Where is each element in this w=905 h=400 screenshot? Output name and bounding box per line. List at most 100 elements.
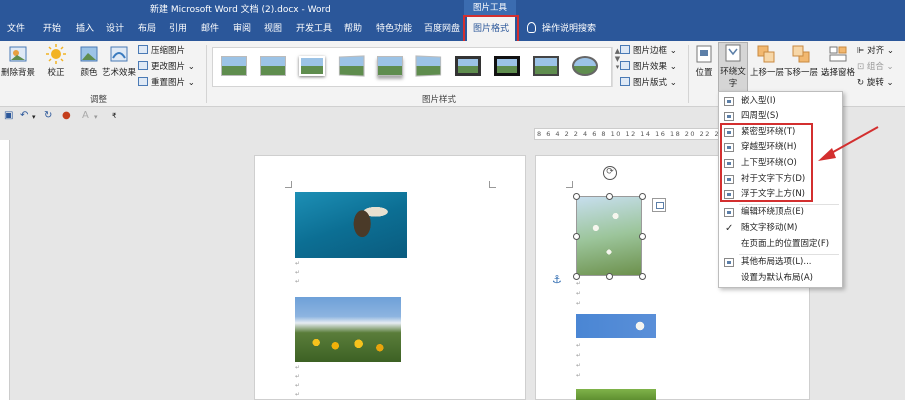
resize-handle[interactable] <box>639 273 646 280</box>
horizontal-ruler[interactable]: 8 6 4 2 2 4 6 8 10 12 14 16 18 20 22 24 … <box>534 128 719 140</box>
picture-effects-icon <box>620 61 630 70</box>
paragraph-mark: ↵ <box>576 290 582 297</box>
tab-review[interactable]: 审阅 <box>233 17 251 41</box>
style-thumbnail[interactable] <box>377 56 403 76</box>
more-layout-icon <box>724 258 734 267</box>
paragraph-mark: ↵ <box>295 278 301 285</box>
style-thumbnail[interactable] <box>455 56 481 76</box>
resize-handle[interactable] <box>573 233 580 240</box>
tab-help[interactable]: 帮助 <box>344 17 362 41</box>
font-color-icon[interactable]: A <box>82 110 89 121</box>
style-thumbnail[interactable] <box>221 56 247 76</box>
picture-effects-button[interactable]: 图片效果 ⌄ <box>620 60 677 74</box>
tab-file[interactable]: 文件 <box>7 17 25 41</box>
undo-dropdown-icon[interactable]: ▾ <box>32 113 36 121</box>
artistic-effects-icon <box>110 46 128 62</box>
menu-item-fix-position[interactable]: 在页面上的位置固定(F) <box>719 237 842 252</box>
reset-picture-button[interactable]: 重置图片 ⌄ <box>138 76 195 90</box>
rotate-button[interactable]: ↻ 旋转 ⌄ <box>857 76 894 90</box>
tab-design[interactable]: 设计 <box>106 17 124 41</box>
tab-home[interactable]: 开始 <box>43 17 61 41</box>
wrap-text-label: 环绕文 <box>720 67 746 77</box>
style-thumbnail[interactable] <box>299 56 325 76</box>
menu-item-inline[interactable]: 嵌入型(I) <box>719 94 842 109</box>
compress-pictures-button[interactable]: 压缩图片 <box>138 44 185 58</box>
bring-forward-button[interactable]: 上移一层 ⌄ <box>750 44 794 78</box>
menu-item-edit-points[interactable]: 编辑环绕顶点(E) <box>719 205 842 220</box>
wrap-text-button[interactable]: 环绕文字 <box>718 42 748 92</box>
redo-icon[interactable]: ↻ <box>44 110 52 121</box>
blossom-strip-image[interactable] <box>576 314 656 338</box>
font-color-dropdown-icon[interactable]: ▾ <box>94 113 98 121</box>
picture-layout-button[interactable]: 图片版式 ⌄ <box>620 76 677 90</box>
artistic-effects-button[interactable]: 艺术效果 <box>102 44 136 78</box>
green-image[interactable] <box>576 389 656 400</box>
document-page[interactable]: ↵ ↵ ↵ ↵ ↵ ↵ ↵ <box>254 155 526 400</box>
adjust-group-label: 调整 <box>90 95 108 105</box>
tab-insert[interactable]: 插入 <box>76 17 94 41</box>
save-icon[interactable]: ▣ <box>4 110 13 121</box>
paragraph-mark: ↵ <box>295 269 301 276</box>
menu-item-move-with-text[interactable]: ✓ 随文字移动(M) <box>719 221 842 236</box>
tab-highlight-box <box>463 15 519 43</box>
rotate-handle-icon[interactable]: ⟳ <box>603 166 617 180</box>
menu-item-label: 设置为默认布局(A) <box>741 273 813 283</box>
remove-background-button[interactable]: 删除背景 <box>0 44 36 78</box>
tab-references[interactable]: 引用 <box>169 17 187 41</box>
resize-handle[interactable] <box>606 273 613 280</box>
vertical-ruler[interactable] <box>0 140 10 400</box>
tell-me-label: 操作说明搜索 <box>542 24 597 34</box>
position-button[interactable]: 位置 <box>692 44 716 78</box>
layout-options-icon[interactable] <box>652 198 666 212</box>
menu-item-more-layout[interactable]: 其他布局选项(L)... <box>719 255 842 270</box>
menu-item-square[interactable]: 四周型(S) <box>719 109 842 124</box>
menu-item-set-default[interactable]: 设置为默认布局(A) <box>719 271 842 286</box>
send-backward-button[interactable]: 下移一层 ⌄ <box>784 44 828 78</box>
resize-handle[interactable] <box>639 233 646 240</box>
customize-qat-icon[interactable]: ₹ <box>112 112 116 120</box>
style-thumbnail[interactable] <box>494 56 520 76</box>
selection-frame <box>576 196 642 276</box>
color-button[interactable]: 颜色 <box>74 44 104 78</box>
remove-background-label: 删除背景 <box>0 68 35 78</box>
tab-baidu-netdisk[interactable]: 百度网盘 <box>424 17 460 41</box>
paragraph-mark: ↵ <box>295 260 301 267</box>
duck-image[interactable] <box>295 192 407 258</box>
tell-me-search[interactable]: 操作说明搜索 <box>527 17 596 41</box>
change-picture-icon <box>138 61 148 70</box>
undo-icon[interactable]: ↶ <box>20 110 28 121</box>
style-thumbnail[interactable] <box>260 56 286 76</box>
change-picture-button[interactable]: 更改图片 ⌄ <box>138 60 195 74</box>
align-button[interactable]: ⊫ 对齐 ⌄ <box>857 44 894 58</box>
tab-layout[interactable]: 布局 <box>138 17 156 41</box>
paragraph-mark: ↵ <box>576 372 582 379</box>
paragraph-mark: ↵ <box>576 352 582 359</box>
style-thumbnail[interactable] <box>572 56 598 76</box>
selection-pane-button[interactable]: 选择窗格 <box>820 44 856 78</box>
corrections-button[interactable]: 校正 <box>40 44 72 78</box>
rotate-icon: ↻ <box>857 78 867 88</box>
anchor-icon[interactable]: ⚓ <box>552 273 562 286</box>
menu-item-label: 随文字移动(M) <box>741 223 798 233</box>
resize-handle[interactable] <box>573 273 580 280</box>
tab-features[interactable]: 特色功能 <box>376 17 412 41</box>
resize-handle[interactable] <box>639 193 646 200</box>
office-icon[interactable]: ● <box>62 110 71 121</box>
tab-developer[interactable]: 开发工具 <box>296 17 332 41</box>
tab-mailings[interactable]: 邮件 <box>201 17 219 41</box>
style-thumbnail[interactable] <box>533 56 559 76</box>
style-thumbnail[interactable] <box>338 55 365 77</box>
paragraph-mark: ↵ <box>295 391 301 398</box>
picture-border-button[interactable]: 图片边框 ⌄ <box>620 44 677 58</box>
compress-label: 压缩图片 <box>151 46 186 56</box>
style-thumbnail[interactable] <box>415 55 442 77</box>
picture-styles-gallery[interactable] <box>212 47 612 87</box>
tab-view[interactable]: 视图 <box>264 17 282 41</box>
flowers-image[interactable] <box>295 297 401 362</box>
menu-item-label: 嵌入型(I) <box>741 96 776 106</box>
resize-handle[interactable] <box>573 193 580 200</box>
position-label: 位置 <box>695 68 713 78</box>
picture-border-icon <box>620 45 630 54</box>
align-icon: ⊫ <box>857 46 868 56</box>
resize-handle[interactable] <box>606 193 613 200</box>
